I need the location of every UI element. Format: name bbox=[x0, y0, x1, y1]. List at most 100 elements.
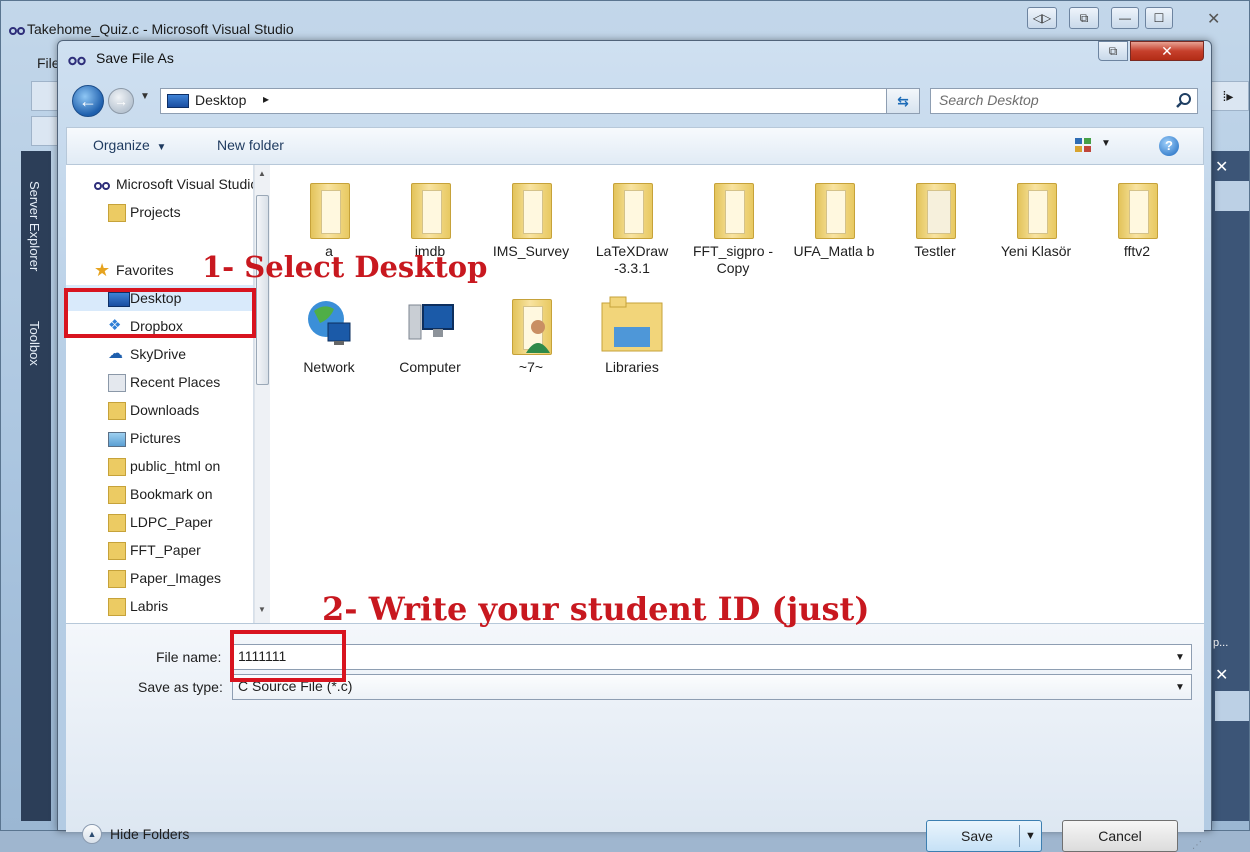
nav-item-pictures[interactable]: Pictures bbox=[66, 425, 253, 451]
folder-icon bbox=[108, 486, 126, 504]
item-label: Computer bbox=[399, 359, 461, 375]
nav-item-bookmark[interactable]: Bookmark on bbox=[66, 481, 253, 507]
user-folder-item[interactable]: ~7~ bbox=[481, 293, 581, 376]
nav-item-label: public_html on bbox=[130, 458, 221, 474]
folder-item-fftv2[interactable]: fftv2 bbox=[1087, 177, 1187, 260]
vs-minimize-button[interactable]: — bbox=[1111, 7, 1139, 29]
folder-item-ims-survey[interactable]: IMS_Survey bbox=[481, 177, 581, 260]
vs-close-button[interactable]: ✕ bbox=[1207, 9, 1220, 29]
folder-icon bbox=[108, 458, 126, 476]
nav-item-label: Paper_Images bbox=[130, 570, 222, 586]
folder-item-yeni-klasor[interactable]: Yeni Klasör bbox=[986, 177, 1086, 260]
vs-restore-icon[interactable]: ⧉ bbox=[1069, 7, 1099, 29]
close-icon[interactable]: ✕ bbox=[1215, 157, 1228, 177]
close-icon[interactable]: ✕ bbox=[1215, 665, 1228, 685]
hide-folders-button[interactable]: Hide Folders bbox=[110, 826, 189, 842]
vs-window-title: Takehome_Quiz.c - Microsoft Visual Studi… bbox=[27, 21, 294, 37]
forward-button[interactable]: → bbox=[108, 88, 134, 114]
folder-icon bbox=[108, 542, 126, 560]
nav-item-skydrive[interactable]: ☁ SkyDrive bbox=[66, 341, 253, 367]
nav-item-label: Microsoft Visual Studio bbox=[116, 176, 254, 192]
folder-icon bbox=[108, 570, 126, 588]
chevron-down-icon[interactable]: ▼ bbox=[1025, 821, 1036, 851]
dialog-restore-button[interactable]: ⧉ bbox=[1098, 41, 1128, 61]
folder-item-latexdraw[interactable]: LaTeXDraw -3.3.1 bbox=[582, 177, 682, 277]
change-view-icon[interactable] bbox=[1073, 136, 1095, 154]
dialog-close-button[interactable]: ✕ bbox=[1130, 41, 1204, 61]
item-label: UFA_Matla b bbox=[793, 243, 875, 259]
refresh-button[interactable]: ⇆ bbox=[886, 88, 920, 114]
libraries-item[interactable]: Libraries bbox=[582, 293, 682, 376]
nav-item-paper-images[interactable]: Paper_Images bbox=[66, 565, 253, 591]
resize-grip-icon[interactable]: ⋰ bbox=[1192, 840, 1202, 851]
scroll-down-icon[interactable]: ▼ bbox=[258, 605, 266, 614]
save-file-dialog: Save File As ⧉ ✕ ← → ▼ Desktop ▸ ▼ ⇆ Sea… bbox=[57, 40, 1212, 852]
toolbox-tab[interactable]: Toolbox bbox=[27, 321, 42, 366]
chevron-right-icon[interactable]: ▸ bbox=[263, 92, 269, 106]
vs-logo-icon bbox=[9, 23, 25, 39]
save-button[interactable]: Save ▼ bbox=[926, 820, 1042, 852]
nav-item-recent-places[interactable]: Recent Places bbox=[66, 369, 253, 395]
nav-item-projects[interactable]: Projects bbox=[66, 199, 253, 225]
item-label: Testler bbox=[914, 243, 956, 259]
dialog-title: Save File As bbox=[96, 50, 174, 66]
new-folder-button[interactable]: New folder bbox=[217, 137, 284, 153]
vs-toolbar-overflow-icon[interactable]: ⁞▸ bbox=[1207, 81, 1249, 111]
item-label: LaTeXDraw -3.3.1 bbox=[595, 243, 669, 276]
nav-scrollbar[interactable]: ▲ ▼ bbox=[254, 165, 270, 623]
network-item[interactable]: Network bbox=[279, 293, 379, 376]
back-button[interactable]: ← bbox=[72, 85, 104, 117]
nav-item-ldpc-paper[interactable]: LDPC_Paper bbox=[66, 509, 253, 535]
history-dropdown-icon[interactable]: ▼ bbox=[140, 91, 150, 102]
folder-item-testler[interactable]: Testler bbox=[885, 177, 985, 260]
help-icon[interactable]: ? bbox=[1159, 136, 1179, 156]
star-icon: ★ bbox=[94, 260, 111, 280]
scroll-up-icon[interactable]: ▲ bbox=[258, 169, 266, 178]
folder-icon bbox=[809, 177, 859, 239]
nav-item-visual-studio[interactable]: Microsoft Visual Studio bbox=[66, 171, 254, 197]
network-icon bbox=[304, 293, 354, 355]
folder-item-a[interactable]: a bbox=[279, 177, 379, 260]
server-explorer-tab[interactable]: Server Explorer bbox=[27, 181, 42, 271]
address-location[interactable]: Desktop bbox=[195, 92, 246, 108]
search-icon[interactable] bbox=[1175, 92, 1193, 113]
skydrive-icon: ☁ bbox=[108, 345, 123, 362]
nav-item-label: Bookmark on bbox=[130, 486, 213, 502]
folder-icon bbox=[1112, 177, 1162, 239]
search-box[interactable]: Search Desktop bbox=[930, 88, 1198, 114]
item-label: Network bbox=[303, 359, 355, 375]
folder-item-ufa-matlab[interactable]: UFA_Matla b bbox=[784, 177, 884, 260]
folder-item-imdb[interactable]: imdb bbox=[380, 177, 480, 260]
vs-logo-icon bbox=[68, 53, 86, 69]
nav-item-downloads[interactable]: Downloads bbox=[66, 397, 253, 423]
vs-nav-icon[interactable]: ◁▷ bbox=[1027, 7, 1057, 29]
cancel-button[interactable]: Cancel bbox=[1062, 820, 1178, 852]
navigation-pane: Microsoft Visual Studio Projects ★ Favor… bbox=[66, 165, 254, 623]
command-bar: Organize ▼ New folder ▼ ? bbox=[66, 127, 1204, 165]
pictures-icon bbox=[108, 432, 126, 447]
folder-icon bbox=[506, 177, 556, 239]
nav-scrollbar-thumb[interactable] bbox=[256, 195, 269, 385]
save-type-select[interactable]: C Source File (*.c) ▼ bbox=[232, 674, 1192, 700]
chevron-down-icon[interactable]: ▼ bbox=[1175, 682, 1185, 693]
chevron-down-icon[interactable]: ▼ bbox=[1175, 652, 1185, 663]
address-bar[interactable]: Desktop ▸ ▼ bbox=[160, 88, 920, 114]
chevron-up-icon[interactable]: ▲ bbox=[82, 824, 102, 844]
organize-button[interactable]: Organize ▼ bbox=[93, 137, 166, 153]
chevron-down-icon[interactable]: ▼ bbox=[1101, 138, 1111, 149]
downloads-icon bbox=[108, 402, 126, 420]
folder-icon bbox=[1011, 177, 1061, 239]
folder-icon bbox=[108, 598, 126, 616]
nav-item-label: LDPC_Paper bbox=[130, 514, 213, 530]
computer-item[interactable]: Computer bbox=[380, 293, 480, 376]
folder-icon bbox=[405, 177, 455, 239]
nav-item-public-html[interactable]: public_html on bbox=[66, 453, 253, 479]
vs-maximize-button[interactable]: ☐ bbox=[1145, 7, 1173, 29]
chevron-down-icon: ▼ bbox=[153, 142, 167, 153]
nav-item-label: Recent Places bbox=[130, 374, 221, 390]
nav-item-fft-paper[interactable]: FFT_Paper bbox=[66, 537, 253, 563]
folder-icon bbox=[607, 177, 657, 239]
file-name-input[interactable]: 1111111 ▼ bbox=[232, 644, 1192, 670]
folder-item-fft-sigpro-copy[interactable]: FFT_sigpro - Copy bbox=[683, 177, 783, 277]
nav-item-labris[interactable]: Labris bbox=[66, 593, 253, 619]
